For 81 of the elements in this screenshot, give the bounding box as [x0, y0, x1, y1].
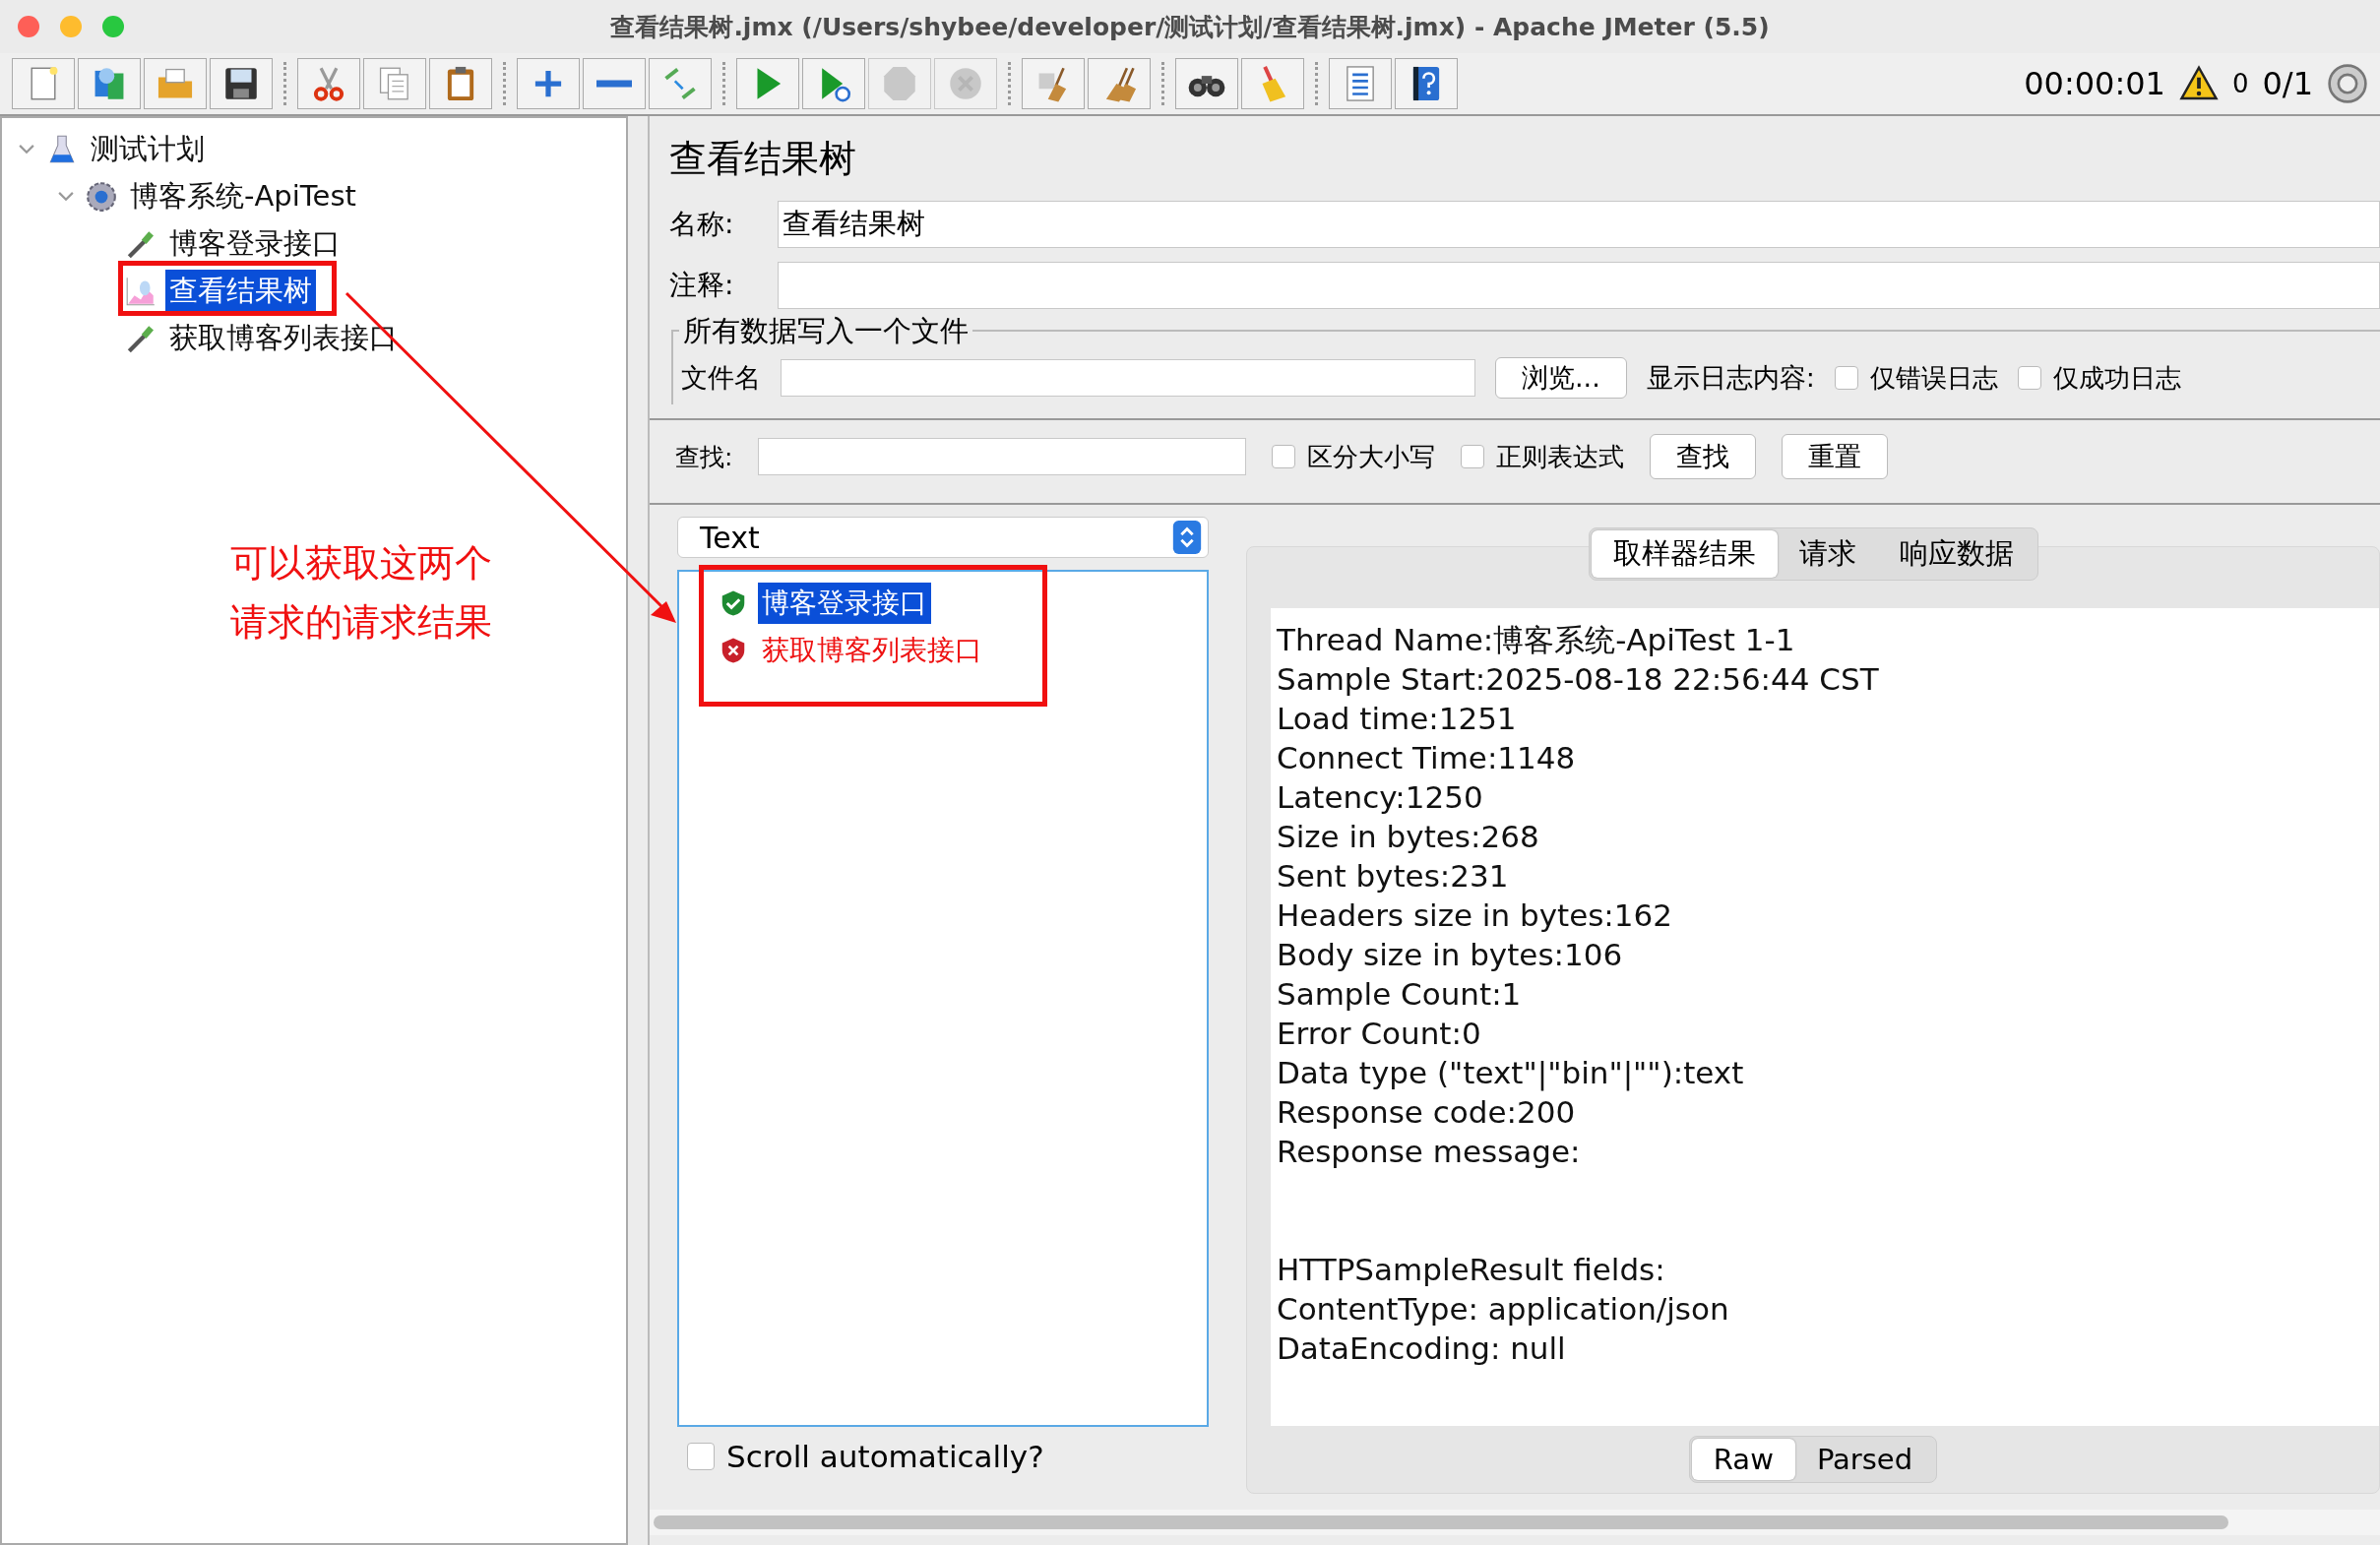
browse-button[interactable]: 浏览... [1495, 357, 1627, 399]
scrollbar-thumb[interactable] [654, 1515, 2228, 1529]
checkbox[interactable] [687, 1443, 715, 1470]
result-item[interactable]: 博客登录接口 [758, 583, 931, 624]
text-line: DataEncoding: null [1277, 1329, 1567, 1368]
clipboard-button[interactable] [429, 58, 492, 109]
text-line: Headers size in bytes:162 [1277, 896, 1673, 935]
copy-button[interactable] [363, 58, 426, 109]
text-line: Data type ("text"|"bin"|""):text [1277, 1054, 1745, 1092]
broom-button[interactable] [1088, 58, 1151, 109]
file-label: 文件名 [681, 361, 761, 395]
save-button[interactable] [210, 58, 273, 109]
tree-item[interactable]: 测试计划 [87, 128, 209, 171]
list-button[interactable] [1329, 58, 1392, 109]
minus-button[interactable] [583, 58, 646, 109]
broom-button[interactable] [1022, 58, 1085, 109]
text-line: Size in bytes:268 [1277, 818, 1540, 856]
tab[interactable]: Raw [1691, 1439, 1795, 1480]
text-line: Load time:1251 [1277, 700, 1518, 738]
text-line: Connect Time:1148 [1277, 739, 1577, 777]
search-field[interactable] [758, 438, 1247, 475]
checkbox[interactable] [1272, 445, 1296, 468]
name-field[interactable]: 查看结果树 [778, 201, 2380, 248]
tree-item[interactable]: 博客系统-ApiTest [126, 175, 360, 218]
reset-button[interactable]: 重置 [1782, 434, 1889, 479]
comment-field[interactable] [778, 262, 2380, 309]
checkbox-label: Scroll automatically? [726, 1439, 1044, 1474]
text-line: Response code:200 [1277, 1093, 1577, 1132]
text-line: HTTPSampleResult fields: [1277, 1251, 1666, 1289]
text-line: Response message: [1277, 1133, 1582, 1171]
close-button[interactable] [18, 16, 39, 37]
checkbox-label: 区分大小写 [1307, 440, 1436, 473]
file-field[interactable] [781, 359, 1475, 397]
minus-icon [596, 80, 632, 88]
text-line: Latency:1250 [1277, 778, 1484, 817]
warning-count: 0 [2231, 69, 2249, 98]
log-label: 显示日志内容: [1646, 361, 1815, 395]
checkbox[interactable] [1834, 366, 1858, 390]
thread-count: 0/1 [2262, 65, 2313, 102]
scrollbar[interactable] [650, 1510, 2380, 1535]
annotation-text: 请求的请求结果 [230, 599, 492, 646]
chart-icon [124, 275, 157, 308]
dropdown-arrows-icon [1172, 521, 1202, 554]
checkbox[interactable] [2017, 366, 2041, 390]
checkbox[interactable] [1461, 445, 1485, 468]
text-line: Body size in bytes:106 [1277, 936, 1624, 974]
name-label: 名称: [669, 207, 735, 242]
text-line: ContentType: application/json [1277, 1290, 1730, 1329]
renderer-dropdown[interactable]: Text [677, 517, 1209, 558]
result-item[interactable]: 获取博客列表接口 [758, 630, 986, 671]
play-button[interactable] [802, 58, 865, 109]
checkbox-label: 仅错误日志 [1869, 361, 1998, 395]
scissors-button[interactable] [297, 58, 360, 109]
play-button[interactable] [736, 58, 799, 109]
zoom-button[interactable] [102, 16, 124, 37]
help-button[interactable] [1395, 58, 1458, 109]
elapsed-time: 00:00:01 [2024, 65, 2165, 102]
text-line: Error Count:0 [1277, 1015, 1482, 1053]
tab[interactable]: Parsed [1794, 1439, 1935, 1480]
window-title: 查看结果树.jmx (/Users/shybee/developer/测试计划/查看结果树.jmx) - Apache JMeter (5.5) [610, 11, 1770, 43]
text-line: Sample Start:2025-08-18 22:56:44 CST [1277, 660, 1880, 699]
book-button[interactable] [78, 58, 141, 109]
text-line: Sample Count:1 [1277, 975, 1523, 1014]
search-label: 查找: [675, 441, 733, 473]
find-button[interactable]: 查找 [1650, 434, 1757, 479]
annotation-text: 可以获取这两个 [230, 540, 492, 587]
tab[interactable]: 请求 [1777, 530, 1878, 578]
plus-button[interactable] [517, 58, 580, 109]
text-line: Thread Name:博客系统-ApiTest 1-1 [1277, 621, 1796, 659]
minimize-button[interactable] [60, 16, 82, 37]
tab[interactable]: 响应数据 [1877, 530, 2036, 578]
tree-item[interactable]: 博客登录接口 [165, 222, 344, 266]
text-line: Sent bytes:231 [1277, 857, 1510, 896]
tab[interactable]: 取样器结果 [1591, 530, 1778, 578]
checkbox-label: 仅成功日志 [2052, 361, 2181, 395]
binoculars-button[interactable] [1175, 58, 1238, 109]
panel-title: 查看结果树 [668, 136, 857, 182]
comment-label: 注释: [669, 268, 735, 303]
tree-item[interactable]: 查看结果树 [165, 270, 316, 313]
page-button[interactable] [12, 58, 75, 109]
checkbox-label: 正则表达式 [1496, 440, 1625, 473]
